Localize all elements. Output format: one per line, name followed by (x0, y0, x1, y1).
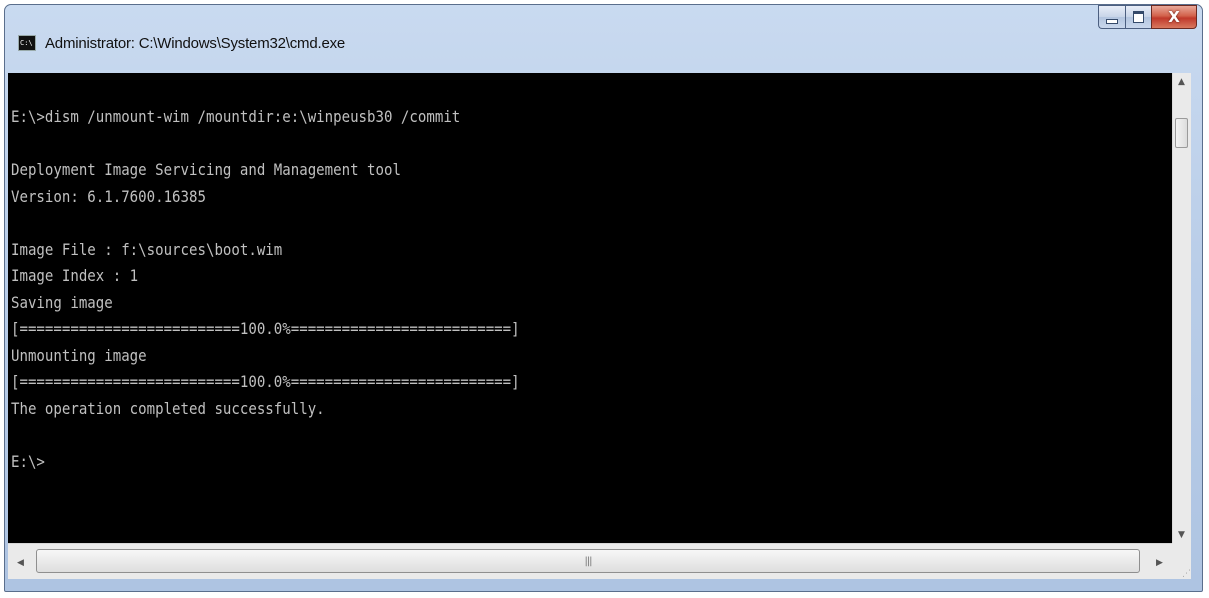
arrow-up-icon[interactable]: ▲ (1173, 73, 1190, 90)
maximize-button[interactable] (1125, 5, 1151, 29)
progress-bar-unmounting: [==========================100.0%=======… (11, 372, 520, 391)
arrow-right-icon[interactable]: ▶ (1151, 554, 1168, 571)
console-output[interactable]: E:\>dism /unmount-wim /mountdir:e:\winpe… (8, 73, 1172, 543)
console-line: Version: 6.1.7600.16385 (11, 186, 206, 206)
horizontal-scroll-thumb[interactable]: ||| (36, 549, 1140, 573)
console-line: Image File : f:\sources\boot.wim (11, 239, 283, 259)
horizontal-scrollbar[interactable]: ◀ ||| ▶ (8, 543, 1172, 579)
maximize-icon (1133, 11, 1144, 23)
vertical-scrollbar[interactable]: ▲ ▼ (1172, 73, 1191, 543)
vertical-scroll-thumb[interactable] (1175, 118, 1188, 148)
console-line: Unmounting image (11, 345, 147, 365)
console-text: E:\>dism /unmount-wim /mountdir:e:\winpe… (11, 104, 520, 475)
command-prompt: E:\> (11, 451, 45, 471)
window-title: Administrator: C:\Windows\System32\cmd.e… (45, 35, 346, 52)
grip-icon: ||| (584, 555, 592, 567)
caption-buttons: X (1098, 5, 1197, 31)
console-line: Deployment Image Servicing and Managemen… (11, 160, 401, 179)
close-button[interactable]: X (1151, 5, 1197, 29)
arrow-left-icon[interactable]: ◀ (12, 554, 29, 571)
console-line: The operation completed successfully. (11, 398, 325, 418)
console-line: Image Index : 1 (11, 266, 139, 285)
cmd-icon[interactable]: C:\ (18, 35, 36, 51)
title-bar[interactable]: C:\ Administrator: C:\Windows\System32\c… (5, 5, 1202, 77)
close-icon: X (1168, 8, 1180, 26)
arrow-down-icon[interactable]: ▼ (1173, 526, 1190, 543)
minimize-button[interactable] (1098, 5, 1125, 29)
size-grip-icon[interactable]: ⋰ (1172, 543, 1191, 579)
cmd-icon-text: C:\ (20, 39, 33, 47)
console-line: E:\>dism /unmount-wim /mountdir:e:\winpe… (11, 107, 461, 126)
console-line: Saving image (11, 292, 113, 312)
minimize-icon (1106, 18, 1118, 24)
progress-bar-saving: [==========================100.0%=======… (11, 319, 520, 338)
